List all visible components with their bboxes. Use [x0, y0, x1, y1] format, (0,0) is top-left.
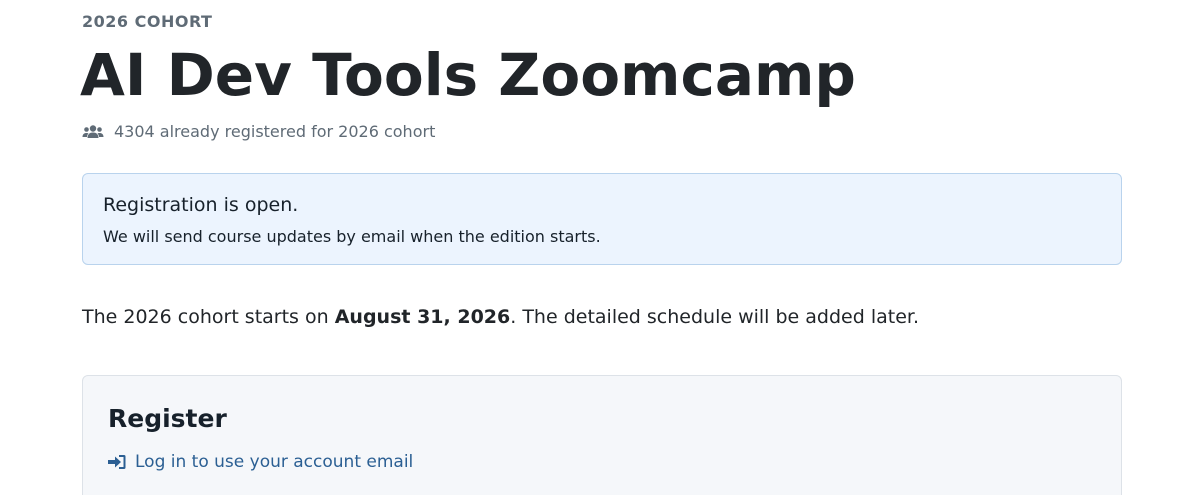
page-title: AI Dev Tools Zoomcamp	[80, 41, 856, 109]
alert-title: Registration is open.	[103, 194, 299, 216]
schedule-suffix: . The detailed schedule will be added la…	[510, 306, 920, 328]
registered-text: 4304 already registered for 2026 cohort	[114, 122, 436, 141]
registered-count: 4304 already registered for 2026 cohort	[82, 121, 435, 143]
cohort-eyebrow: 2026 COHORT	[82, 12, 213, 31]
registration-alert: Registration is open. We will send cours…	[82, 173, 1122, 265]
course-page: 2026 COHORT AI Dev Tools Zoomcamp 4304 a…	[0, 0, 1200, 495]
login-link-label: Log in to use your account email	[135, 452, 414, 472]
users-icon	[82, 124, 104, 140]
login-link[interactable]: Log in to use your account email	[108, 451, 413, 473]
schedule-text: The 2026 cohort starts on August 31, 202…	[82, 304, 919, 330]
alert-text: We will send course updates by email whe…	[103, 227, 601, 246]
register-title: Register	[108, 404, 227, 433]
register-card: Register Log in to use your account emai…	[82, 375, 1122, 495]
schedule-prefix: The 2026 cohort starts on	[82, 306, 335, 328]
start-date: August 31, 2026	[334, 306, 511, 328]
sign-in-icon	[108, 454, 126, 470]
